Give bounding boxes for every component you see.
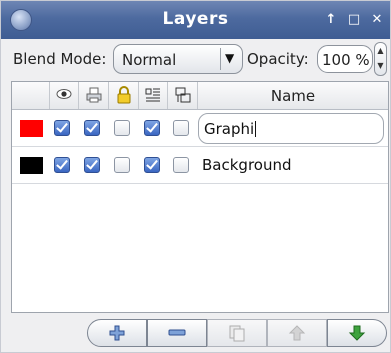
blend-mode-label: Blend Mode: — [13, 50, 107, 68]
blend-mode-dropdown[interactable]: Normal ▼ — [113, 44, 243, 74]
delete-layer-button[interactable] — [147, 319, 207, 347]
chevron-down-icon[interactable]: ▼ — [225, 51, 234, 65]
name-column-header[interactable]: Name — [198, 87, 388, 105]
dropdown-divider — [220, 48, 221, 70]
layer-row-background[interactable]: Background — [12, 147, 388, 184]
opacity-spinner[interactable]: ▲ ▼ — [374, 42, 387, 76]
plus-icon — [109, 325, 125, 341]
flow-column-header[interactable] — [139, 82, 168, 109]
close-button[interactable]: ✕ — [368, 11, 386, 29]
flow-text-icon — [145, 88, 160, 102]
opacity-label: Opacity: — [247, 50, 309, 68]
duplicate-layer-button[interactable] — [207, 319, 267, 347]
table-header: Name — [12, 82, 388, 110]
flow-checkbox[interactable] — [144, 157, 160, 173]
blend-mode-value: Normal — [122, 51, 177, 69]
minus-icon — [168, 329, 186, 336]
printable-checkbox[interactable] — [84, 120, 100, 136]
outline-column-header[interactable] — [168, 82, 198, 109]
printable-icon — [86, 87, 101, 103]
layer-name[interactable]: Background — [202, 156, 292, 174]
visible-checkbox[interactable] — [54, 157, 70, 173]
lock-checkbox[interactable] — [114, 120, 130, 136]
visible-checkbox[interactable] — [54, 120, 70, 136]
arrow-down-icon — [348, 325, 366, 341]
spin-up-icon[interactable]: ▲ — [375, 43, 386, 58]
shade-button[interactable]: ↑ — [322, 11, 340, 29]
lock-checkbox[interactable] — [114, 157, 130, 173]
printable-column-header[interactable] — [79, 82, 109, 109]
opacity-value: 100 % — [322, 51, 370, 69]
text-cursor — [255, 121, 257, 137]
lock-column-header[interactable] — [109, 82, 139, 109]
raise-layer-button[interactable] — [267, 319, 327, 347]
visible-eye-icon — [56, 89, 72, 99]
outline-icon — [175, 87, 190, 103]
add-layer-button[interactable] — [87, 319, 147, 347]
layer-name: Graphi — [204, 120, 255, 138]
title-bar[interactable]: Layers ↑ □ ✕ — [1, 1, 390, 39]
layers-window: Layers ↑ □ ✕ Blend Mode: Normal ▼ Opacit… — [0, 0, 391, 353]
layer-color-swatch[interactable] — [20, 120, 43, 137]
layer-options-row: Blend Mode: Normal ▼ Opacity: 100 % ▲ ▼ — [1, 39, 390, 81]
layer-actions-bar — [1, 314, 390, 352]
layer-row-graphic[interactable]: Graphi — [12, 110, 388, 147]
maximize-button[interactable]: □ — [345, 11, 363, 29]
opacity-input[interactable]: 100 % — [317, 45, 373, 73]
layer-color-swatch[interactable] — [20, 157, 43, 174]
layers-table: Name Graphi Background — [11, 81, 389, 313]
flow-checkbox[interactable] — [144, 120, 160, 136]
color-column-header[interactable] — [12, 82, 50, 109]
outline-checkbox[interactable] — [173, 157, 189, 173]
outline-checkbox[interactable] — [173, 120, 189, 136]
visible-column-header[interactable] — [50, 82, 79, 109]
layer-name-editor[interactable]: Graphi — [198, 113, 384, 144]
spin-down-icon[interactable]: ▼ — [375, 58, 386, 73]
lock-icon — [117, 86, 130, 104]
duplicate-icon — [229, 325, 245, 342]
lower-layer-button[interactable] — [327, 319, 387, 347]
printable-checkbox[interactable] — [84, 157, 100, 173]
arrow-up-icon — [288, 325, 306, 341]
